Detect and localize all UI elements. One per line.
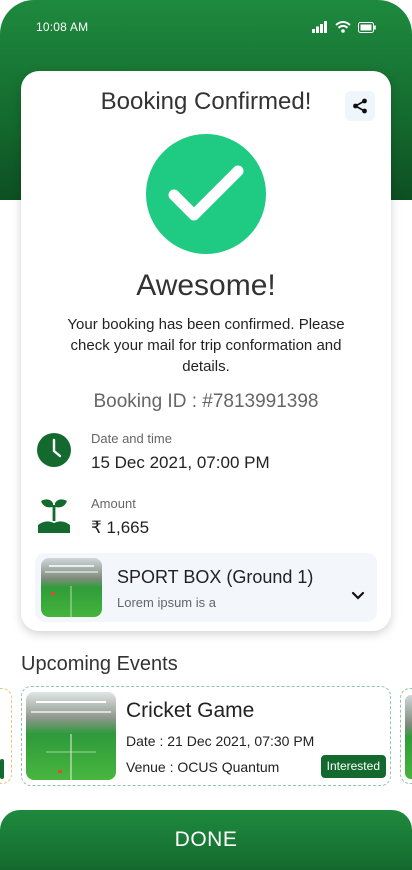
interested-button[interactable]: Interested	[320, 755, 386, 778]
event-card[interactable]: Cricket Game Date : 21 Dec 2021, 07:30 P…	[21, 686, 391, 786]
events-carousel[interactable]: Cricket Game Date : 21 Dec 2021, 07:30 P…	[0, 686, 412, 788]
headline: Awesome!	[136, 269, 276, 302]
event-image	[26, 692, 116, 780]
event-card-previous[interactable]	[0, 688, 12, 784]
upcoming-events-title: Upcoming Events	[21, 653, 178, 675]
status-bar: 10:08 AM	[0, 0, 412, 52]
success-badge	[146, 134, 266, 254]
venue-dropdown[interactable]: SPORT BOX (Ground 1) Lorem ipsum is a	[35, 553, 377, 622]
datetime-value: 15 Dec 2021, 07:00 PM	[91, 453, 270, 472]
status-icons	[312, 21, 376, 33]
chevron-down-icon[interactable]	[351, 591, 365, 601]
status-time: 10:08 AM	[36, 20, 89, 34]
share-button[interactable]	[345, 91, 375, 121]
event-venue: Venue : OCUS Quantum	[126, 759, 280, 775]
done-button[interactable]: DONE	[0, 810, 412, 870]
check-icon	[168, 165, 244, 221]
card-title: Booking Confirmed!	[100, 88, 312, 115]
wifi-icon	[335, 21, 351, 33]
datetime-label: Date and time	[91, 431, 172, 446]
venue-name: SPORT BOX (Ground 1)	[117, 567, 314, 587]
plant-icon	[35, 496, 73, 534]
event-title: Cricket Game	[126, 699, 255, 722]
battery-icon	[358, 21, 376, 33]
booking-id: Booking ID : #7813991398	[93, 391, 319, 412]
amount-value: ₹ 1,665	[91, 518, 150, 537]
amount-label: Amount	[91, 496, 136, 511]
venue-subtitle: Lorem ipsum is a	[117, 595, 216, 610]
signal-icon	[312, 21, 327, 33]
share-icon	[353, 98, 367, 114]
amount-row: Amount ₹ 1,665	[35, 496, 375, 556]
event-date: Date : 21 Dec 2021, 07:30 PM	[126, 733, 315, 749]
confirmation-message: Your booking has been confirmed. Please …	[67, 316, 345, 375]
venue-image	[41, 558, 102, 617]
event-card-next[interactable]	[400, 688, 412, 784]
datetime-row: Date and time 15 Dec 2021, 07:00 PM	[35, 431, 375, 491]
booking-card: Booking Confirmed! Awesome! Your booking…	[21, 71, 391, 631]
clock-icon	[35, 431, 73, 469]
